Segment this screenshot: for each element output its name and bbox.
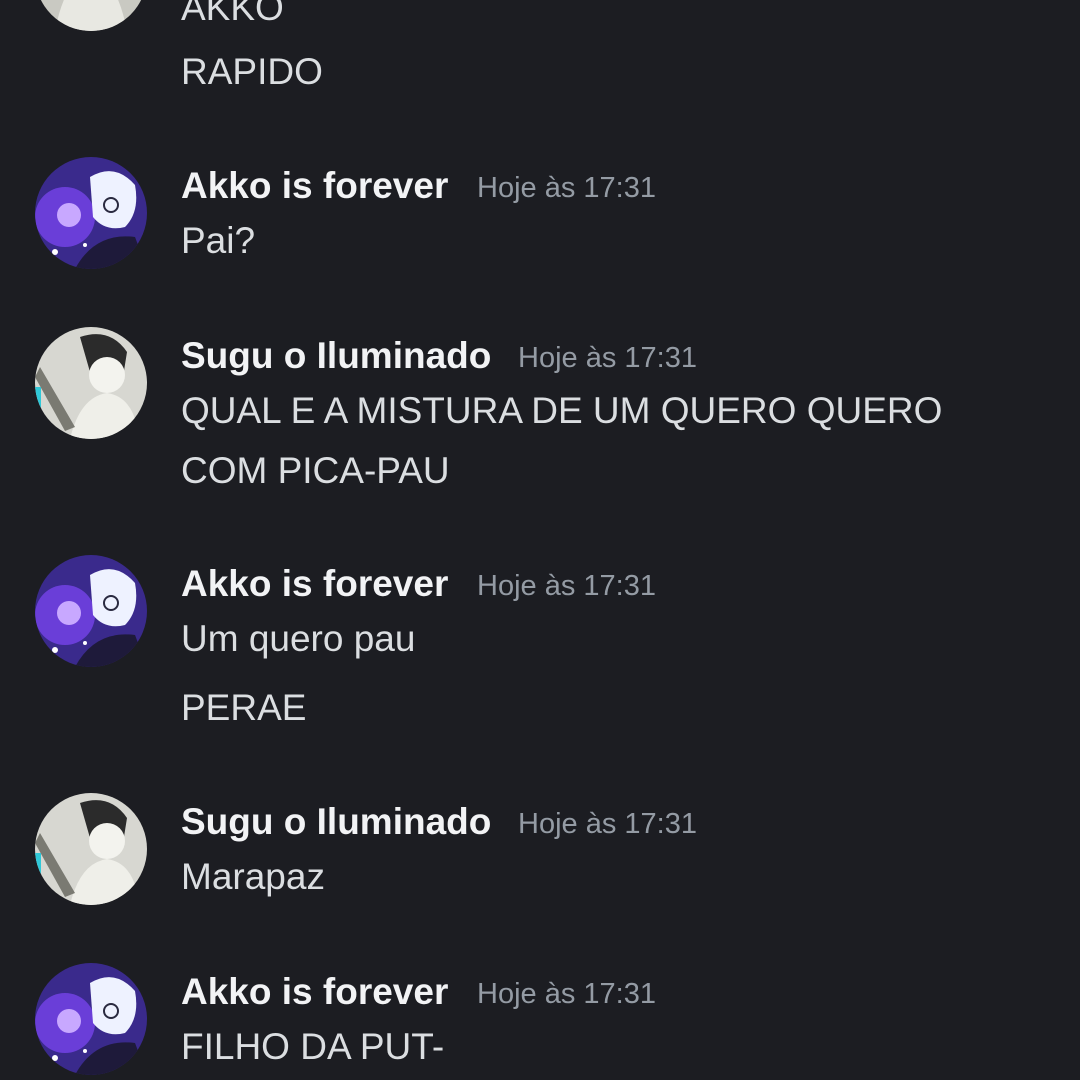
message-text: PERAE bbox=[181, 687, 307, 728]
message-text: COM PICA-PAU bbox=[181, 450, 450, 491]
message-author[interactable]: Sugu o Iluminado bbox=[181, 334, 491, 378]
message-text: FILHO DA PUT- bbox=[181, 1026, 445, 1067]
message-text: QUAL E A MISTURA DE UM QUERO QUERO bbox=[181, 390, 943, 431]
avatar[interactable] bbox=[35, 793, 147, 905]
message-author[interactable]: Akko is forever bbox=[181, 970, 448, 1014]
message-author[interactable]: Akko is forever bbox=[181, 562, 448, 606]
avatar[interactable] bbox=[35, 0, 147, 31]
avatar[interactable] bbox=[35, 555, 147, 667]
message-text: AKKO bbox=[181, 0, 284, 28]
message-timestamp: Hoje às 17:31 bbox=[477, 570, 656, 602]
chat-messages[interactable]: AKKO RAPIDO Akko is forever Hoje às 17:3… bbox=[0, 0, 1080, 1080]
message-author[interactable]: Akko is forever bbox=[181, 164, 448, 208]
message-timestamp: Hoje às 17:31 bbox=[518, 342, 697, 374]
message-timestamp: Hoje às 17:31 bbox=[477, 978, 656, 1010]
message-text: Pai? bbox=[181, 220, 256, 261]
avatar[interactable] bbox=[35, 963, 147, 1075]
message-timestamp: Hoje às 17:31 bbox=[518, 808, 697, 840]
message-text: Marapaz bbox=[181, 856, 325, 897]
message-text: RAPIDO bbox=[181, 51, 323, 92]
message-text: Um quero pau bbox=[181, 618, 416, 659]
avatar[interactable] bbox=[35, 327, 147, 439]
avatar[interactable] bbox=[35, 157, 147, 269]
message-author[interactable]: Sugu o Iluminado bbox=[181, 800, 491, 844]
message-timestamp: Hoje às 17:31 bbox=[477, 172, 656, 204]
